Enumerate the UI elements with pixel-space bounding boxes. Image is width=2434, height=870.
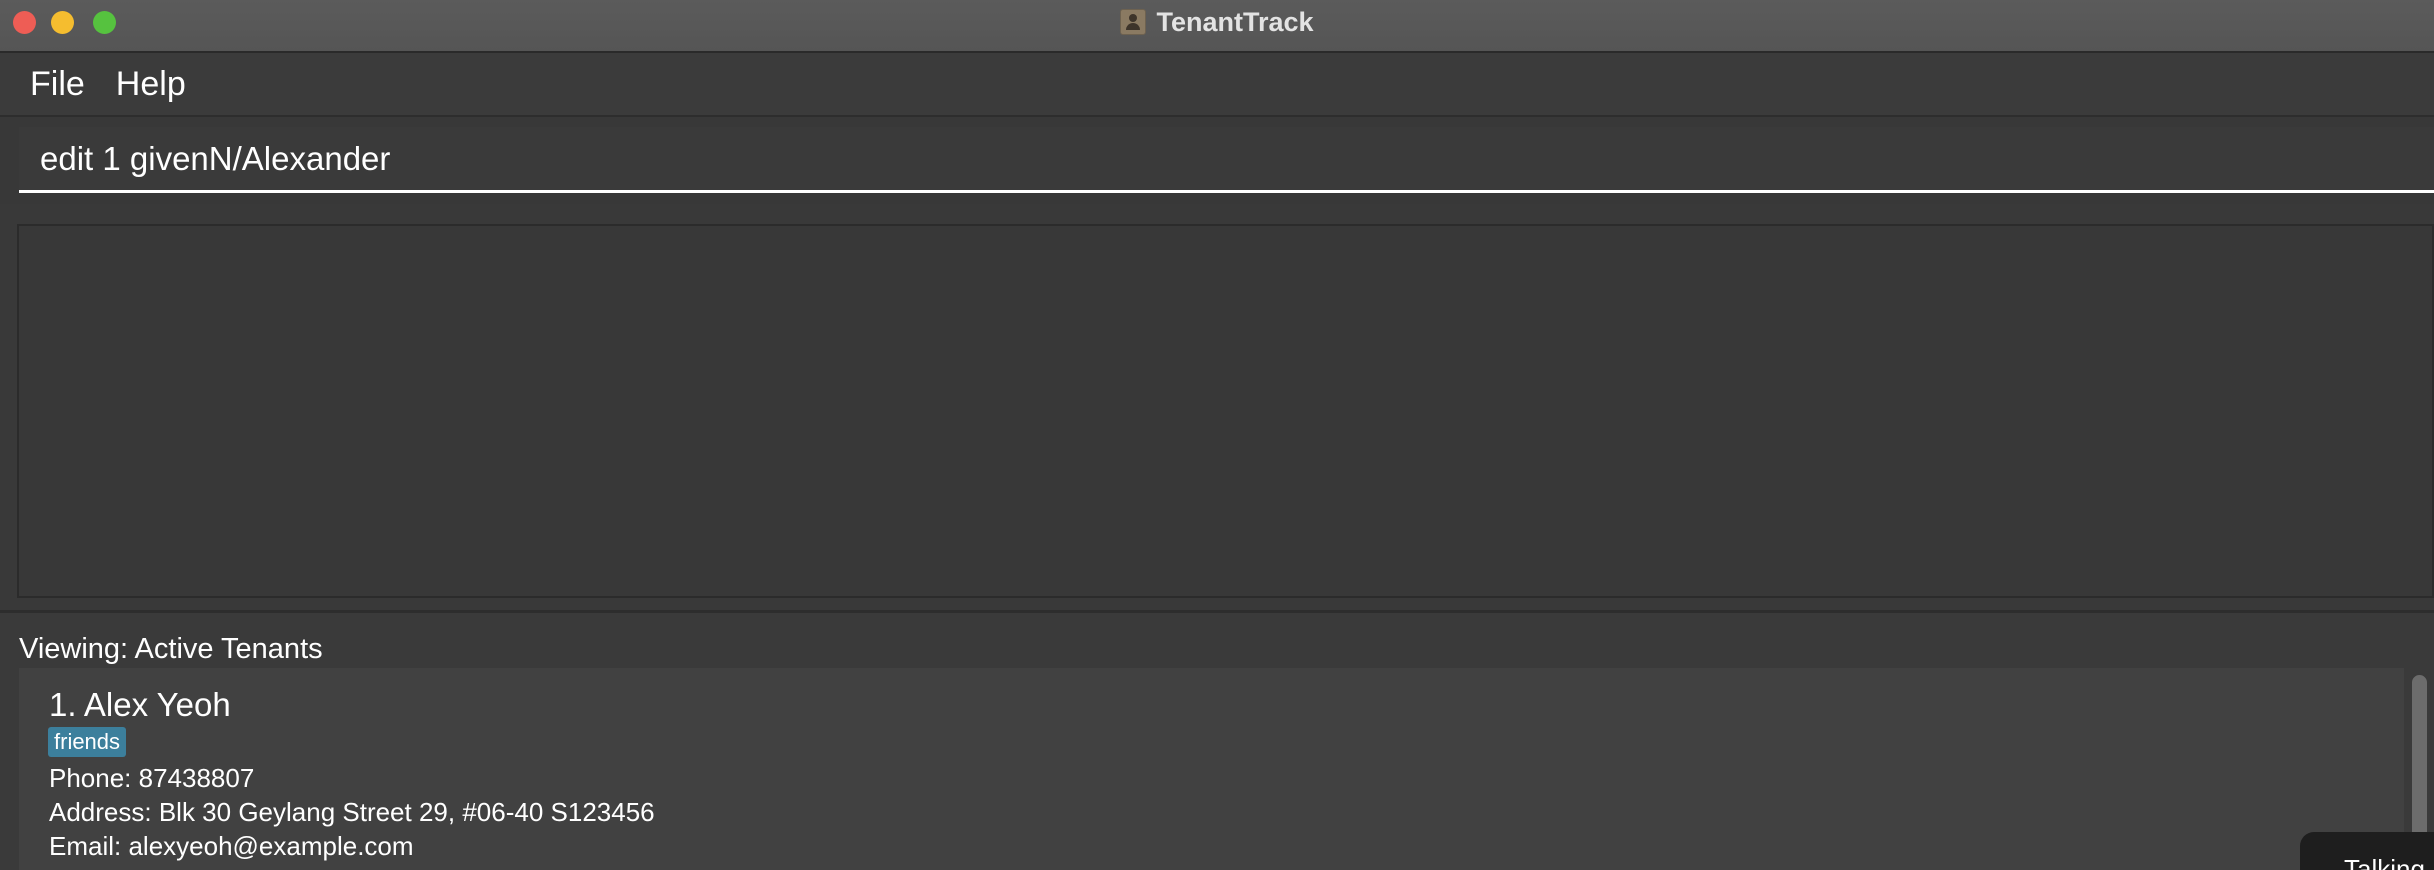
tenant-email: Email: alexyeoh@example.com [49, 831, 414, 861]
result-display-area [0, 204, 2434, 613]
menu-help[interactable]: Help [104, 53, 205, 115]
tenant-list-area: Viewing: Active Tenants 1. Alex Yeoh fri… [0, 613, 2434, 870]
title-bar[interactable]: TenantTrack [0, 0, 2434, 53]
menu-file[interactable]: File [0, 53, 104, 115]
contact-book-icon [1120, 9, 1147, 35]
command-box [0, 117, 2434, 204]
tenant-address: Address: Blk 30 Geylang Street 29, #06-4… [49, 797, 655, 827]
tenant-list[interactable]: 1. Alex Yeoh friends Phone: 87438807 Add… [19, 668, 2404, 870]
tenant-tag: friends [48, 727, 127, 757]
talking-toast: Talking [2300, 832, 2434, 870]
toast-text: Talking [2344, 854, 2425, 870]
tenant-phone: Phone: 87438807 [49, 763, 255, 793]
viewing-label: Viewing: Active Tenants [19, 633, 323, 665]
result-display [17, 224, 2434, 598]
menu-bar: File Help [0, 53, 2434, 117]
window-title-group: TenantTrack [0, 0, 2434, 44]
command-input[interactable] [19, 127, 2434, 193]
tenant-name: 1. Alex Yeoh [49, 686, 231, 723]
app-window: TenantTrack File Help Viewing: Active Te… [0, 0, 2434, 870]
tenant-card[interactable]: 1. Alex Yeoh friends Phone: 87438807 Add… [19, 668, 2404, 870]
window-title: TenantTrack [1156, 6, 1314, 37]
